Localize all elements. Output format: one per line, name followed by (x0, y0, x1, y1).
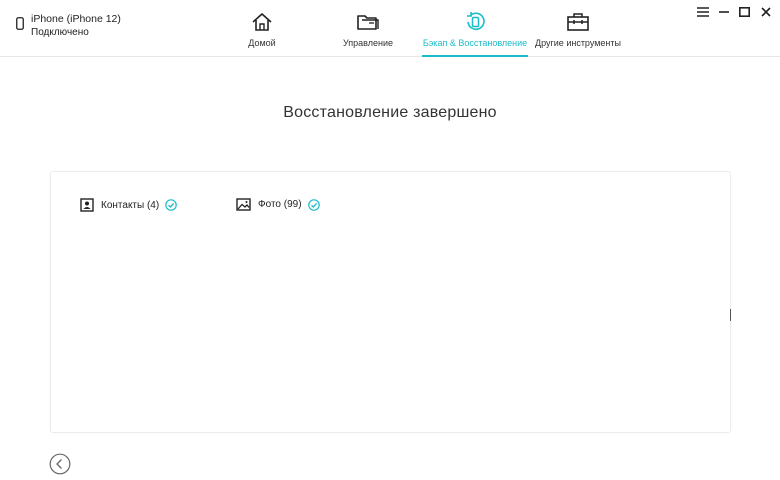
tab-manage[interactable]: Управление (328, 0, 408, 57)
backup-restore-icon (467, 12, 485, 31)
minimize-icon (718, 11, 729, 13)
menu-button[interactable] (692, 4, 713, 20)
photo-icon (236, 198, 251, 211)
result-photos: Фото (99) (236, 198, 320, 211)
contacts-label: Контакты (4) (101, 199, 160, 211)
tab-backup-restore-label: Бэкап & Восстановление (422, 38, 528, 48)
home-icon (252, 13, 272, 31)
close-button[interactable] (755, 4, 776, 20)
device-info: iPhone (iPhone 12) Подключено (16, 13, 121, 39)
check-circle-icon (307, 198, 320, 211)
tab-manage-label: Управление (342, 38, 394, 48)
tab-home-label: Домой (248, 38, 276, 48)
tab-backup-restore[interactable]: Бэкап & Восстановление (422, 0, 528, 57)
back-button[interactable] (49, 453, 71, 475)
toolbox-icon (567, 13, 589, 31)
results-panel: Контакты (4) Фото (99) (50, 171, 731, 433)
back-arrow-icon (49, 453, 71, 475)
tab-other-tools[interactable]: Другие инструменты (532, 0, 624, 57)
close-icon (760, 7, 771, 17)
device-name: iPhone (iPhone 12) (31, 13, 121, 25)
photos-label: Фото (99) (258, 199, 302, 210)
tab-other-tools-label: Другие инструменты (535, 38, 621, 48)
phone-icon (16, 17, 24, 30)
scroll-indicator[interactable] (730, 309, 731, 321)
top-bar: iPhone (iPhone 12) Подключено Домой Упра… (0, 0, 780, 57)
device-status: Подключено (31, 27, 89, 38)
check-circle-icon (165, 199, 178, 211)
result-contacts: Контакты (4) (80, 198, 178, 212)
page-title: Восстановление завершено (283, 104, 497, 121)
window-controls (692, 4, 776, 20)
maximize-icon (739, 7, 750, 17)
contacts-icon (80, 198, 94, 212)
tab-home[interactable]: Домой (222, 0, 302, 57)
folder-icon (357, 15, 379, 30)
menu-icon (696, 7, 709, 17)
minimize-button[interactable] (713, 4, 734, 20)
maximize-button[interactable] (734, 4, 755, 20)
